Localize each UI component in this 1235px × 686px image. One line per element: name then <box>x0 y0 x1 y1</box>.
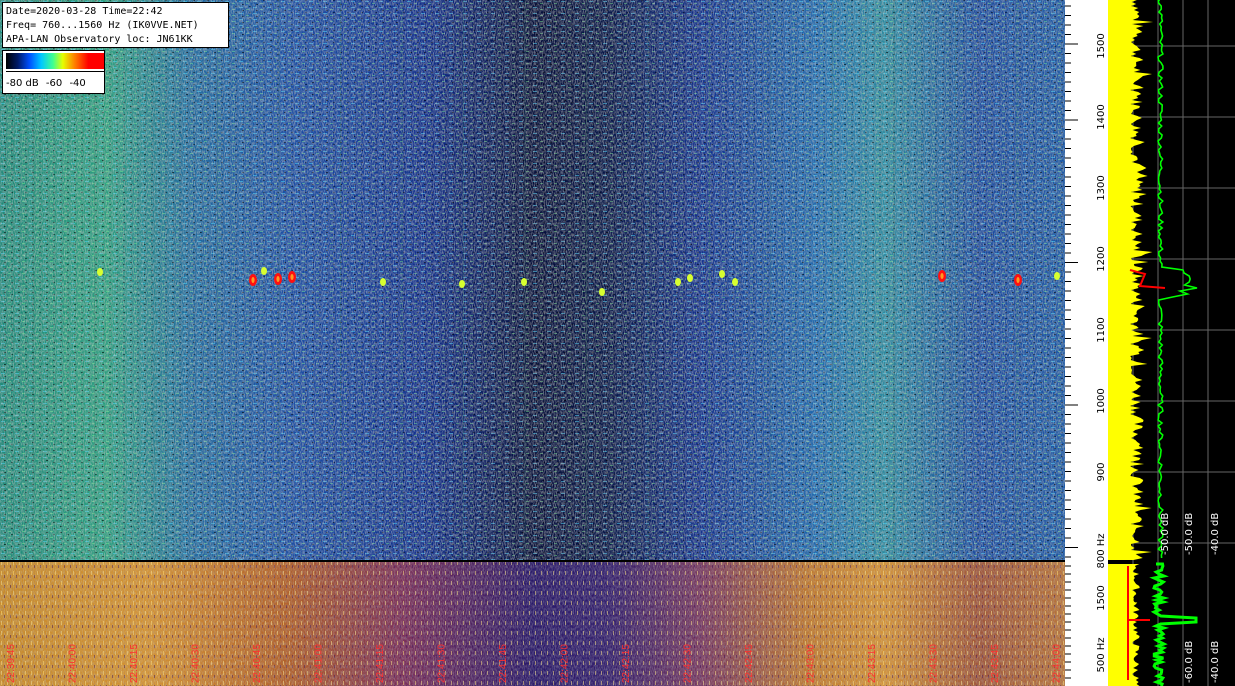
time-label: 22:43:00 <box>806 644 817 683</box>
spectrum-panel: -50.0 dB -50.0 dB -40.0 dB -60.0 dB -40.0 dB <box>1108 0 1235 686</box>
time-label: 22:41:00 <box>314 644 325 683</box>
time-label: 22:41:15 <box>375 644 386 683</box>
signal-dot <box>97 268 103 276</box>
frequency-label: 1500 <box>1096 33 1107 58</box>
time-label: 22:42:15 <box>621 644 632 683</box>
signal-dot <box>521 278 527 286</box>
signal-dot <box>675 278 681 286</box>
info-panel: Date=2020-03-28 Time=22:42 Freq= 760...1… <box>2 2 229 48</box>
time-label: 22:40:00 <box>68 644 79 683</box>
db-label: -40.0 dB <box>1210 513 1221 555</box>
time-label: 22:42:45 <box>744 644 755 683</box>
signal-dot <box>380 278 386 286</box>
date-time-label: Date=2020-03-28 Time=22:42 <box>6 6 163 17</box>
db-label: -50.0 dB <box>1184 513 1195 555</box>
observatory-label: APA-LAN Observatory loc: JN61KK <box>6 34 193 45</box>
frequency-label: 1500 <box>1096 585 1107 610</box>
legend-label-min: -80 dB <box>6 78 39 89</box>
frequency-label: 1100 <box>1096 317 1107 342</box>
waterfall-bottom: 22:39:45 22:40:00 22:40:15 22:40:30 22:40:45… <box>0 562 1065 686</box>
frequency-range-label: Freq= 760...1560 Hz (IK0VVE.NET) <box>6 20 199 31</box>
signal-dot-core <box>290 274 294 280</box>
signal-dot <box>261 267 267 275</box>
marker-dot <box>1133 597 1139 603</box>
signal-dot <box>732 278 738 286</box>
time-label: 22:41:30 <box>437 644 448 683</box>
signal-dot-core <box>276 276 280 282</box>
time-label: 22:43:30 <box>929 644 940 683</box>
time-label: 22:39:45 <box>6 644 17 683</box>
signal-dot-core <box>940 273 944 279</box>
time-label: 22:40:15 <box>129 644 140 683</box>
frequency-label: 1000 <box>1096 388 1107 413</box>
frequency-label: 500 Hz <box>1096 637 1107 672</box>
time-label: 22:42:00 <box>560 644 571 683</box>
legend-label-mid: -60 <box>45 78 63 89</box>
signal-dot <box>599 288 605 296</box>
time-label: 22:43:45 <box>990 644 1001 683</box>
frequency-label: 900 <box>1096 462 1107 481</box>
legend-labels: -80 dB -60 -40 <box>6 78 90 89</box>
frequency-label: 1200 <box>1096 246 1107 271</box>
time-label: 22:41:45 <box>498 644 509 683</box>
frequency-label: 800 Hz <box>1096 533 1107 568</box>
time-label: 22:40:45 <box>252 644 263 683</box>
frequency-axis: 1500 1400 1300 1200 1100 1000 900 800 Hz 1500 500… <box>1065 0 1108 686</box>
frequency-label: 1300 <box>1096 175 1107 200</box>
legend-ticks <box>6 71 104 77</box>
time-label: 22:43:15 <box>867 644 878 683</box>
db-label: -40.0 dB <box>1210 641 1221 683</box>
color-scale-legend: -80 dB -60 -40 <box>2 50 105 94</box>
time-label: 22:42:30 <box>683 644 694 683</box>
spectrogram-display: 22:39:45 22:40:00 22:40:15 22:40:30 22:40:45… <box>0 0 1235 686</box>
time-label: 22:44:00 <box>1052 644 1063 683</box>
frequency-label: 1400 <box>1096 104 1107 129</box>
signal-dot-core <box>1016 277 1020 283</box>
signal-dot-core <box>251 277 255 283</box>
signal-dot <box>719 270 725 278</box>
db-label: -60.0 dB <box>1184 641 1195 683</box>
signal-dot <box>1054 272 1060 280</box>
color-scale-bar <box>6 53 104 69</box>
time-label: 22:40:30 <box>191 644 202 683</box>
signal-dot <box>459 280 465 288</box>
db-label: -50.0 dB <box>1160 513 1171 555</box>
legend-label-max: -40 <box>69 78 86 89</box>
signal-dot <box>687 274 693 282</box>
